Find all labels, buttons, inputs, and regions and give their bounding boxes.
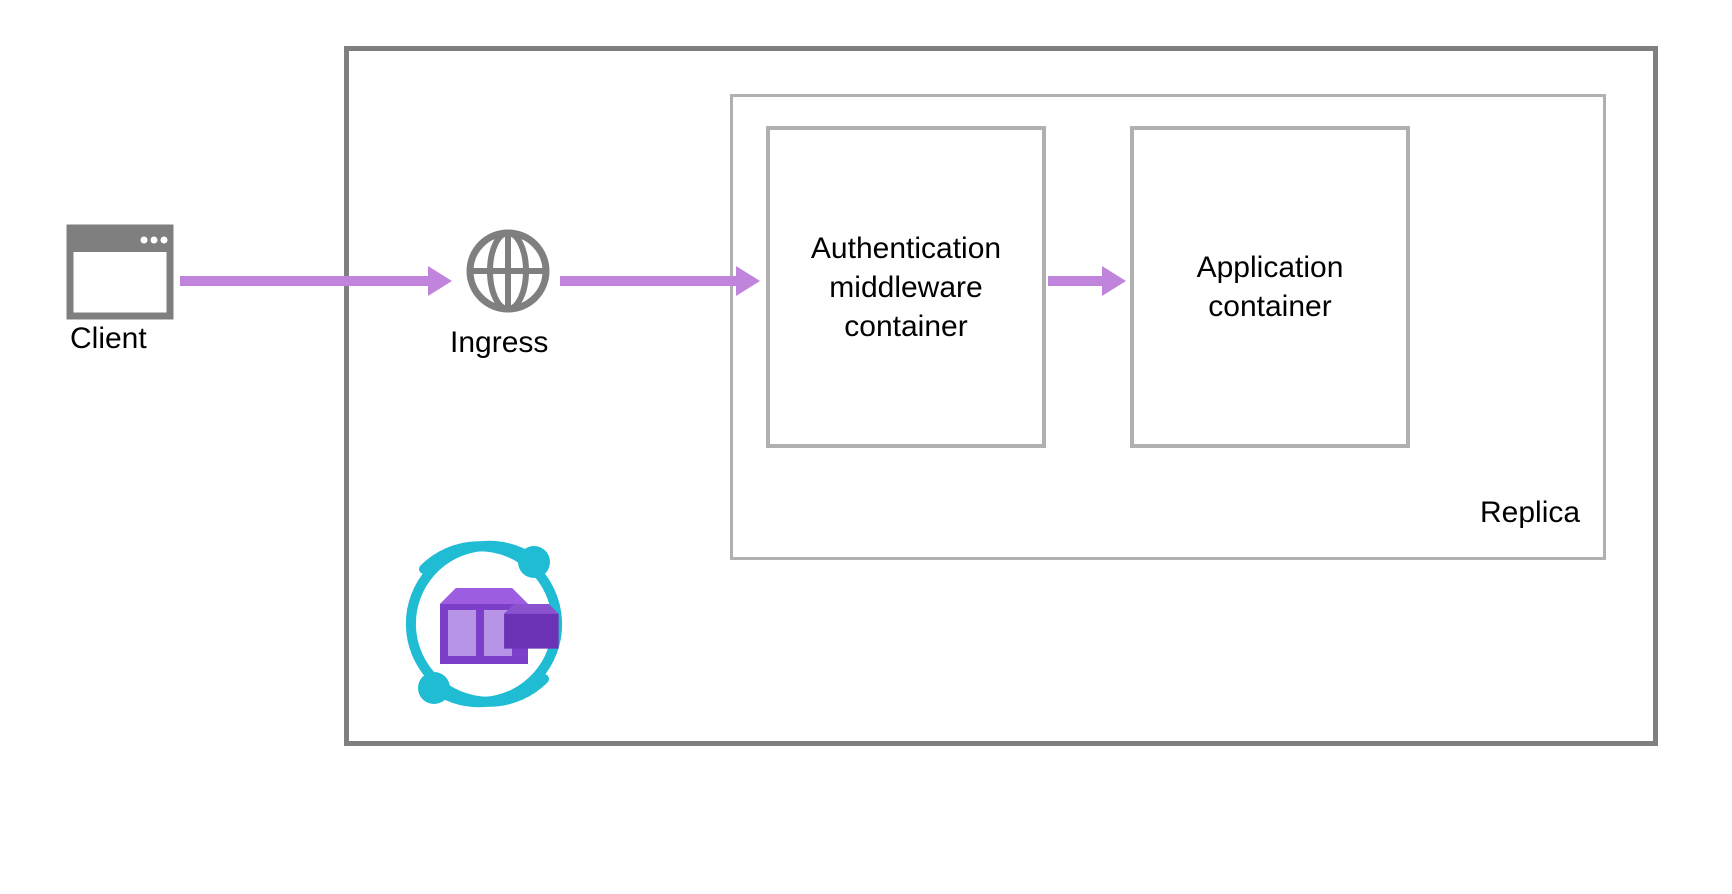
- auth-middleware-container-box: Authentication middleware container: [766, 126, 1046, 448]
- ingress-label: Ingress: [450, 326, 548, 360]
- arrow-ingress-to-auth: [560, 276, 738, 286]
- arrow-client-to-ingress: [180, 276, 430, 286]
- container-apps-icon: [384, 524, 584, 731]
- app-box-text: Application container: [1154, 248, 1386, 326]
- client-label: Client: [70, 322, 147, 356]
- auth-box-text: Authentication middleware container: [790, 229, 1022, 346]
- replica-label: Replica: [1480, 496, 1580, 530]
- ingress-icon: [465, 228, 551, 321]
- diagram-stage: Replica Authentication middleware contai…: [0, 0, 1732, 894]
- application-container-box: Application container: [1130, 126, 1410, 448]
- arrow-auth-to-app: [1048, 276, 1104, 286]
- client-icon: [60, 224, 180, 327]
